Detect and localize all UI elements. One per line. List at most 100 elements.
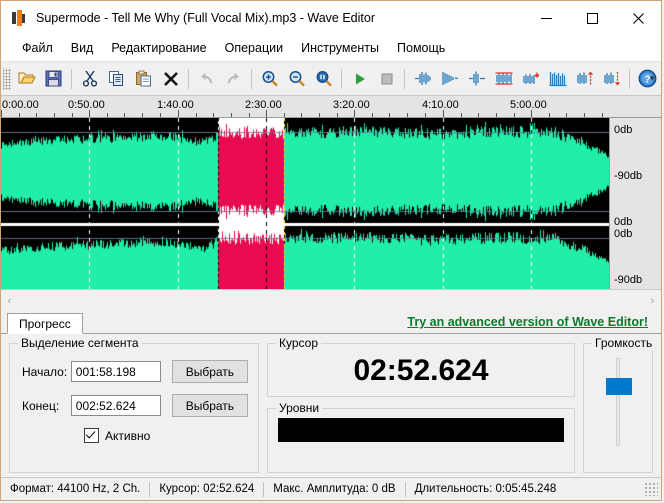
ruler-minor-tick — [19, 113, 20, 117]
normalize-icon[interactable] — [463, 66, 490, 92]
ruler-minor-tick — [231, 113, 232, 117]
end-row: Конец: Выбрать — [22, 394, 248, 417]
menu-tools[interactable]: Инструменты — [292, 38, 388, 58]
ruler-minor-tick — [249, 113, 250, 117]
paste-icon[interactable] — [130, 66, 157, 92]
cursor-time-value: 02:52.624 — [353, 354, 489, 387]
copy-icon[interactable] — [103, 66, 130, 92]
time-ruler[interactable]: 0:00.00 0:50.00 1:40.00 2:30.00 3:20.00 4:10.… — [1, 96, 661, 118]
ruler-minor-tick — [407, 113, 408, 117]
app-logo-icon — [10, 9, 28, 27]
db-scale-label: 0db — [614, 124, 633, 136]
play-icon[interactable] — [346, 66, 373, 92]
zoom-in-icon[interactable] — [256, 66, 283, 92]
ruler-minor-tick — [461, 113, 462, 117]
ruler-minor-tick — [196, 113, 197, 117]
close-button[interactable] — [615, 1, 661, 35]
toolbar-separator — [188, 68, 189, 89]
equalizer-icon[interactable] — [544, 66, 571, 92]
ruler-minor-tick — [549, 113, 550, 117]
delete-icon[interactable] — [157, 66, 184, 92]
fade-icon[interactable] — [436, 66, 463, 92]
amplify-icon[interactable] — [409, 66, 436, 92]
db-scale-label: 0db — [614, 228, 633, 240]
volume-group: Громкость — [583, 336, 656, 473]
end-time-input[interactable] — [70, 395, 161, 416]
ruler-label: 1:40.00 — [157, 99, 194, 111]
maximize-button[interactable] — [569, 1, 615, 35]
select-start-button[interactable]: Выбрать — [171, 360, 248, 383]
volume-group-title: Громкость — [592, 336, 656, 350]
volume-slider-track[interactable] — [616, 358, 620, 446]
cursor-group-title: Курсор — [276, 336, 322, 350]
toolbar-grip[interactable] — [3, 67, 11, 90]
waveform-display[interactable] — [1, 118, 609, 289]
scroll-left-arrow[interactable]: ‹ — [1, 291, 18, 310]
ruler-minor-tick — [284, 113, 285, 117]
toolbar-separator — [404, 68, 405, 89]
status-bar: Формат: 44100 Hz, 2 Ch. Курсор: 02:52.62… — [1, 477, 661, 500]
level-meter — [278, 418, 564, 442]
ruler-tick — [1, 110, 2, 117]
title-bar: Supermode - Tell Me Why (Full Vocal Mix)… — [1, 1, 661, 35]
status-max-amplitude: Макс. Амплитуда: 0 dB — [273, 483, 396, 495]
active-checkbox[interactable] — [84, 428, 99, 443]
volume-slider[interactable] — [591, 358, 645, 446]
advanced-version-link[interactable]: Try an advanced version of Wave Editor! — [407, 315, 648, 329]
waveform-panel: 0db-90db0db0db-90db0db — [1, 118, 661, 330]
menu-help[interactable]: Помощь — [388, 38, 454, 58]
volume-slider-thumb[interactable] — [606, 378, 632, 395]
toolbar-overflow-button[interactable]: ▾ — [646, 72, 658, 84]
end-label: Конец: — [22, 398, 60, 413]
scroll-right-arrow[interactable]: › — [644, 291, 661, 310]
start-time-input[interactable] — [70, 361, 161, 382]
ruler-label: 2:30.00 — [245, 99, 282, 111]
open-icon[interactable] — [13, 66, 40, 92]
zoom-fit-icon[interactable] — [310, 66, 337, 92]
select-end-button[interactable]: Выбрать — [171, 394, 248, 417]
selection-group-title: Выделение сегмента — [18, 336, 142, 350]
start-row: Начало: Выбрать — [22, 360, 248, 383]
active-checkbox-row[interactable]: Активно — [84, 428, 248, 443]
ruler-minor-tick — [36, 113, 37, 117]
minimize-button[interactable] — [523, 1, 569, 35]
panel-body: Выделение сегмента Начало: Выбрать Конец… — [1, 334, 661, 477]
ruler-minor-tick — [389, 113, 390, 117]
ruler-minor-tick — [337, 113, 338, 117]
menu-file[interactable]: Файл — [13, 38, 62, 58]
menu-operations[interactable]: Операции — [216, 38, 292, 58]
insert-silence-icon[interactable] — [517, 66, 544, 92]
zoom-out-icon[interactable] — [283, 66, 310, 92]
db-scale-ruler: 0db-90db0db0db-90db0db — [609, 118, 661, 330]
cursor-levels-column: Курсор 02:52.624 Уровни — [267, 336, 575, 473]
pitch-down-icon[interactable] — [598, 66, 625, 92]
ruler-minor-tick — [124, 113, 125, 117]
select-region-icon[interactable] — [490, 66, 517, 92]
pitch-up-icon[interactable] — [571, 66, 598, 92]
levels-group-title: Уровни — [276, 401, 323, 415]
ruler-minor-tick — [372, 113, 373, 117]
ruler-label: 5:00.00 — [510, 99, 547, 111]
save-icon[interactable] — [40, 66, 67, 92]
toolbar-separator — [341, 68, 342, 89]
scroll-track[interactable] — [18, 291, 644, 310]
cursor-group: Курсор 02:52.624 — [267, 336, 575, 397]
ruler-tick — [178, 110, 179, 117]
redo-icon[interactable] — [220, 66, 247, 92]
status-cursor: Курсор: 02:52.624 — [159, 483, 255, 495]
menu-edit[interactable]: Редактирование — [102, 38, 215, 58]
db-scale-label: -90db — [614, 170, 643, 182]
ruler-minor-tick — [107, 113, 108, 117]
horizontal-scrollbar[interactable]: ‹ › — [1, 289, 661, 311]
resize-grip[interactable] — [644, 482, 658, 496]
cut-icon[interactable] — [76, 66, 103, 92]
menu-view[interactable]: Вид — [62, 38, 103, 58]
toolbar: ? ▾ — [1, 62, 661, 96]
ruler-minor-tick — [72, 113, 73, 117]
undo-icon[interactable] — [193, 66, 220, 92]
stop-icon[interactable] — [373, 66, 400, 92]
tab-bar: Прогресс Try an advanced version of Wave… — [1, 311, 661, 334]
toolbar-separator — [629, 68, 630, 89]
tab-progress[interactable]: Прогресс — [7, 313, 83, 334]
start-label: Начало: — [22, 364, 68, 379]
